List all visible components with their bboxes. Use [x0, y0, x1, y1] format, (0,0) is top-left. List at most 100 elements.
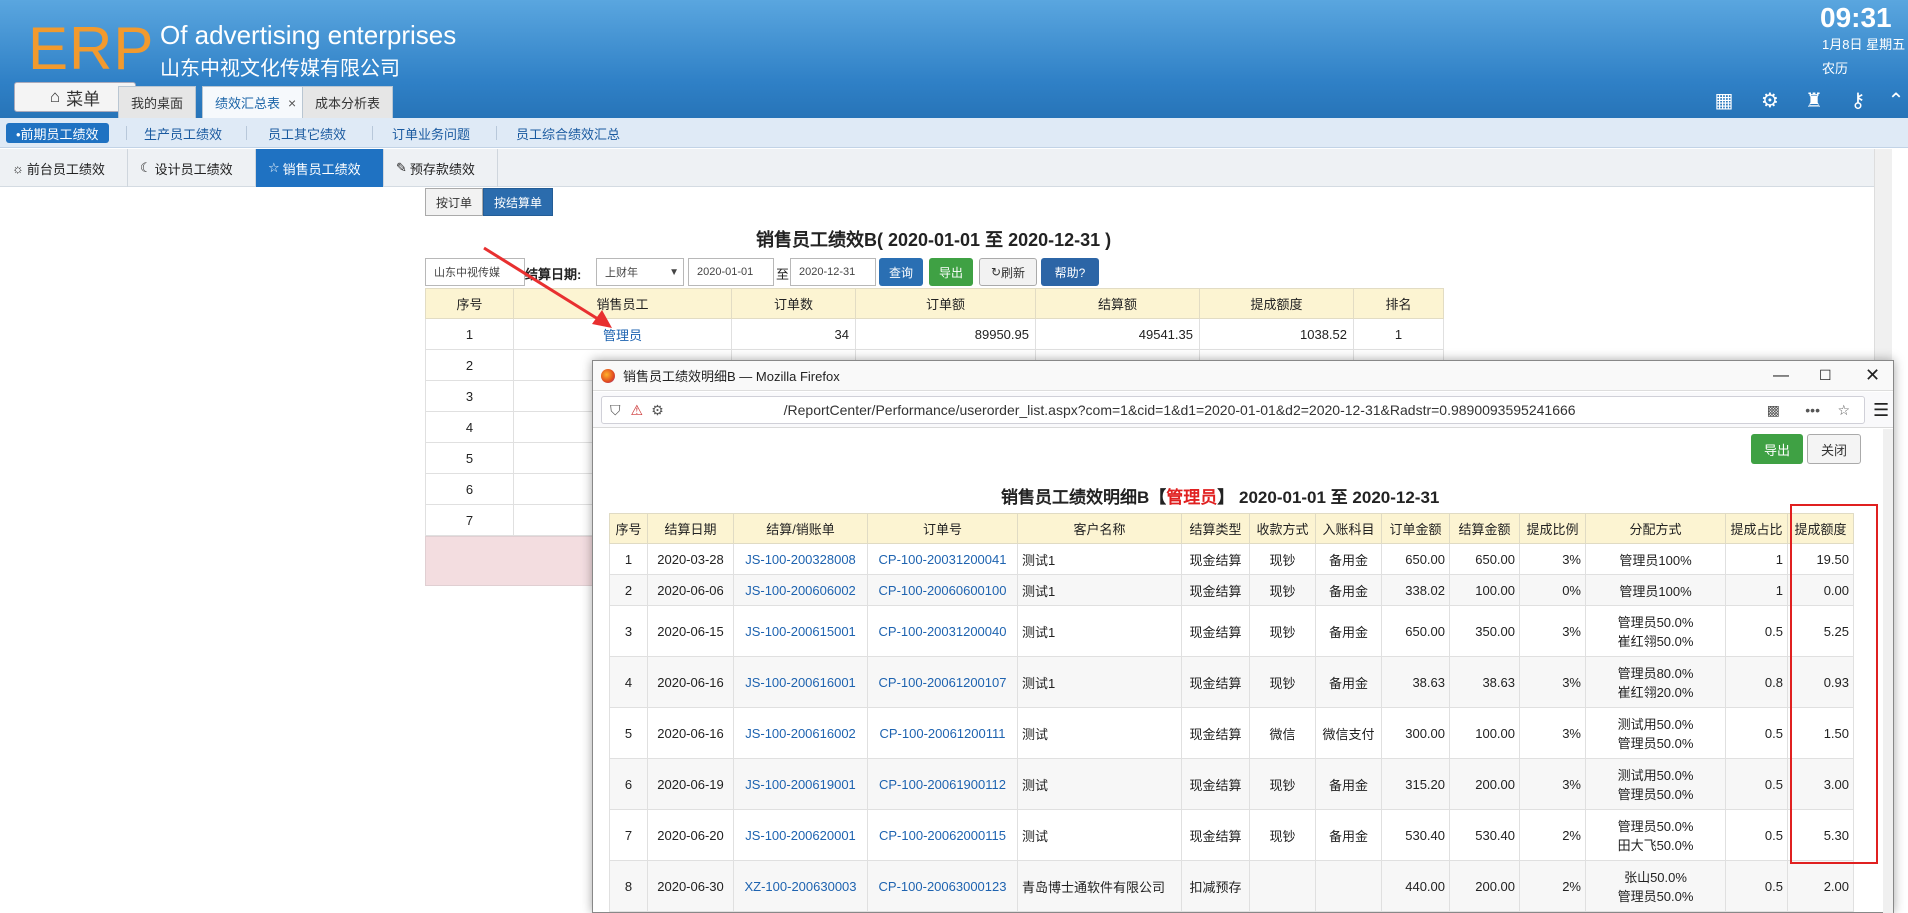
help-button[interactable]: 帮助? [1041, 258, 1099, 286]
permissions-icon: ⚙ [651, 401, 664, 418]
table-cell: 现钞 [1249, 656, 1316, 708]
order-link[interactable]: CP-100-20061900112 [879, 777, 1006, 792]
nav-early-performance[interactable]: •前期员工绩效 [6, 123, 109, 143]
more-options-icon[interactable]: ••• [1805, 402, 1820, 418]
export-button[interactable]: 导出 [929, 258, 973, 286]
by-order-button[interactable]: 按订单 [425, 188, 483, 216]
table-cell: 3% [1519, 605, 1586, 657]
grid-icon[interactable]: ▦ [1712, 88, 1736, 112]
allocation-line: 管理员100% [1619, 583, 1692, 599]
close-icon[interactable]: × [288, 95, 296, 111]
table-cell: JS-100-200620001 [733, 809, 868, 861]
table-cell: 530.40 [1381, 809, 1450, 861]
bill-link[interactable]: JS-100-200619001 [745, 777, 856, 792]
detail-popup-window: 销售员工绩效明细B — Mozilla Firefox — ☐ ✕ ⛉ ⚠ ⚙ … [592, 360, 1894, 913]
popup-close-button[interactable]: 关闭 [1807, 434, 1861, 464]
tab-sales[interactable]: ☆ 销售员工绩效 [256, 149, 384, 187]
maximize-icon[interactable]: ☐ [1819, 367, 1832, 384]
chevron-down-icon: ▼ [669, 266, 679, 278]
qr-code-icon[interactable]: ▩ [1767, 402, 1780, 419]
minimize-icon[interactable]: — [1773, 367, 1789, 385]
query-button[interactable]: 查询 [879, 258, 923, 286]
date-to-input[interactable]: 2020-12-31 [790, 258, 876, 286]
tab-performance-summary[interactable]: 绩效汇总表 × [202, 86, 310, 118]
table-cell: 34 [731, 318, 856, 350]
table-cell: JS-100-200619001 [733, 758, 868, 810]
order-link[interactable]: CP-100-20031200040 [879, 624, 1007, 639]
collapse-icon[interactable]: ⌃ [1884, 88, 1908, 112]
bill-link[interactable]: JS-100-200620001 [745, 828, 856, 843]
order-link[interactable]: CP-100-20061200107 [879, 675, 1007, 690]
key-icon[interactable]: ⚷ [1846, 88, 1870, 112]
table-cell: 现金结算 [1181, 605, 1250, 657]
secondary-nav: •前期员工绩效 生产员工绩效 员工其它绩效 订单业务问题 员工综合绩效汇总 [0, 118, 1908, 148]
detail-table: 序号 结算日期 结算/销账单 订单号 客户名称 结算类型 收款方式 入账科目 订单金额 结算金额提… [609, 513, 1854, 912]
table-cell: 管理员50.0% 田大飞50.0% [1585, 809, 1726, 861]
date-from-input[interactable]: 2020-01-01 [688, 258, 774, 286]
table-cell: 现金结算 [1181, 758, 1250, 810]
table-cell: 测试1 [1017, 574, 1182, 606]
annotation-arrow [483, 246, 612, 328]
nav-other-performance[interactable]: 员工其它绩效 [258, 123, 356, 143]
tab-front-desk[interactable]: ☼ 前台员工绩效 [0, 149, 128, 187]
refresh-button[interactable]: ↻ 刷新 [979, 258, 1037, 286]
table-cell: 现钞 [1249, 574, 1316, 606]
column-header: 结算金额 [1449, 513, 1520, 544]
table-cell: 0.5 [1725, 860, 1788, 912]
order-link[interactable]: CP-100-20031200041 [879, 552, 1007, 567]
gear-icon[interactable]: ⚙ [1758, 88, 1782, 112]
popup-scrollbar[interactable] [1883, 429, 1893, 913]
table-cell: 650.00 [1449, 543, 1520, 575]
order-link[interactable]: CP-100-20062000115 [879, 828, 1006, 843]
tab-label: 成本分析表 [315, 96, 381, 111]
table-cell [1249, 860, 1316, 912]
table-cell: 现金结算 [1181, 543, 1250, 575]
table-cell: 备用金 [1315, 758, 1382, 810]
bill-link[interactable]: JS-100-200616002 [745, 726, 856, 741]
bill-link[interactable]: JS-100-200606002 [745, 583, 856, 598]
by-settlement-button[interactable]: 按结算单 [483, 188, 553, 216]
order-link[interactable]: CP-100-20060600100 [879, 583, 1007, 598]
column-header: 入账科目 [1315, 513, 1382, 544]
allocation-line: 管理员100% [1619, 552, 1692, 568]
tab-cost-analysis[interactable]: 成本分析表 [302, 86, 394, 118]
tab-designer[interactable]: ☾ 设计员工绩效 [128, 149, 256, 187]
popup-export-button[interactable]: 导出 [1751, 434, 1803, 464]
column-header: 提成比例 [1519, 513, 1586, 544]
column-header: 订单金额 [1381, 513, 1450, 544]
nav-overall-summary[interactable]: 员工综合绩效汇总 [506, 123, 630, 143]
tab-prepaid[interactable]: ✎ 预存款绩效 [384, 149, 498, 187]
column-header: 结算额 [1035, 288, 1200, 319]
order-link[interactable]: CP-100-20063000123 [879, 879, 1007, 894]
url-field[interactable]: ⛉ ⚠ ⚙ /ReportCenter/Performance/userorde… [601, 396, 1865, 424]
bill-link[interactable]: XZ-100-200630003 [744, 879, 856, 894]
hamburger-menu-icon[interactable]: ☰ [1873, 400, 1889, 421]
table-cell: 49541.35 [1035, 318, 1200, 350]
table-cell: 测试 [1017, 707, 1182, 759]
table-cell: CP-100-20060600100 [867, 574, 1018, 606]
bill-link[interactable]: JS-100-200616001 [745, 675, 856, 690]
table-cell: 备用金 [1315, 809, 1382, 861]
tab-label: 预存款绩效 [409, 161, 475, 177]
nav-production-performance[interactable]: 生产员工绩效 [134, 123, 232, 143]
bill-link[interactable]: JS-100-200328008 [745, 552, 856, 567]
divider [372, 126, 373, 140]
bill-link[interactable]: JS-100-200615001 [745, 624, 856, 639]
order-link[interactable]: CP-100-20061200111 [879, 726, 1005, 741]
bookmark-star-icon[interactable]: ☆ [1837, 402, 1850, 419]
column-header: 客户名称 [1017, 513, 1182, 544]
table-cell: 现金结算 [1181, 707, 1250, 759]
tab-desktop[interactable]: 我的桌面 [118, 86, 197, 118]
table-cell: 1038.52 [1199, 318, 1354, 350]
table-cell: 备用金 [1315, 543, 1382, 575]
shirt-icon[interactable]: ♜ [1802, 88, 1826, 112]
close-icon[interactable]: ✕ [1865, 365, 1880, 386]
table-cell: 3% [1519, 543, 1586, 575]
table-cell: 现钞 [1249, 543, 1316, 575]
nav-order-issues[interactable]: 订单业务问题 [382, 123, 480, 143]
tertiary-nav: ☼ 前台员工绩效 ☾ 设计员工绩效 ☆ 销售员工绩效 ✎ 预存款绩效 [0, 149, 1892, 187]
allocation-line: 管理员50.0% [1617, 615, 1694, 630]
lunar-label: 农历 [1822, 61, 1849, 76]
table-cell: 2020-06-20 [647, 809, 734, 861]
table-cell: 张山50.0% 管理员50.0% [1585, 860, 1726, 912]
